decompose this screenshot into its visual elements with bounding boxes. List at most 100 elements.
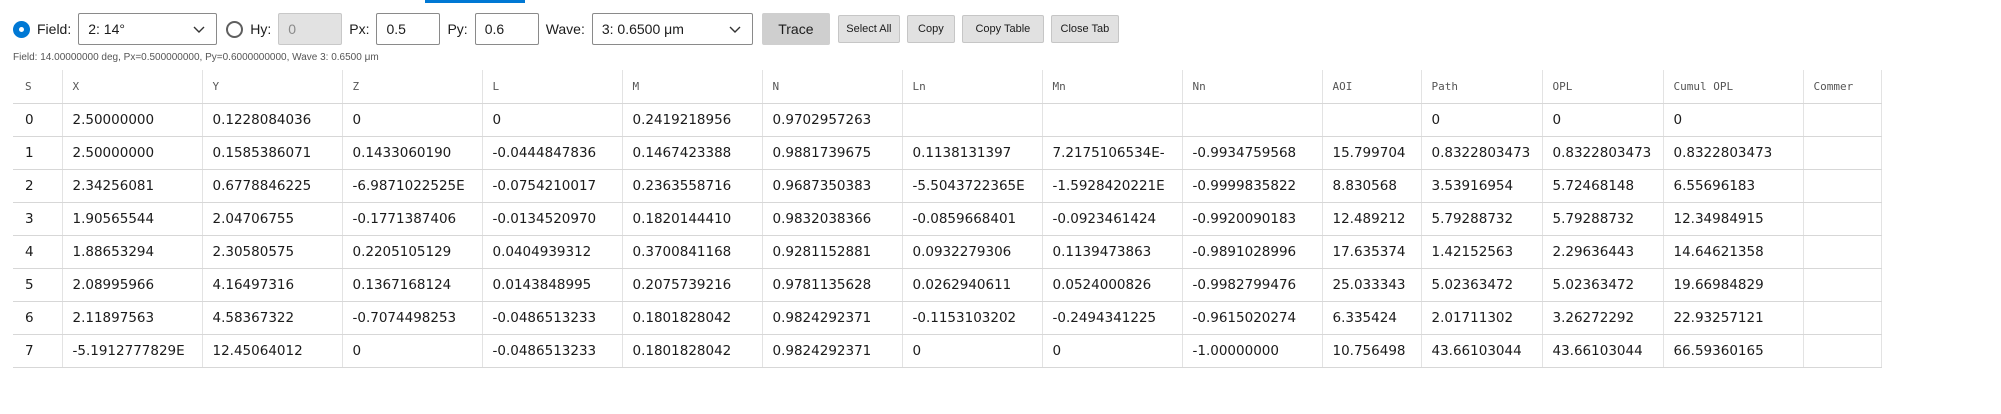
table-cell[interactable]: 5.02363472 — [1542, 268, 1664, 302]
table-cell[interactable]: 6.55696183 — [1663, 169, 1804, 203]
table-cell[interactable] — [1803, 235, 1882, 269]
table-cell[interactable]: 5.79288732 — [1421, 202, 1543, 236]
table-cell[interactable]: 0 — [342, 334, 483, 368]
table-cell[interactable]: -0.9934759568 — [1182, 136, 1323, 170]
table-cell[interactable]: 0.1433060190 — [342, 136, 483, 170]
table-row[interactable]: 1 2.50000000 0.1585386071 0.1433060190 -0.04… — [13, 136, 1882, 170]
table-cell[interactable]: -0.0923461424 — [1042, 202, 1183, 236]
table-cell[interactable]: 0.8322803473 — [1421, 136, 1543, 170]
table-row[interactable]: 2 2.34256081 0.6778846225 -6.9871022525E -0.… — [13, 169, 1882, 203]
table-cell[interactable]: 7 — [13, 334, 63, 368]
column-header[interactable]: Mn — [1042, 70, 1183, 104]
table-cell[interactable]: 0.6778846225 — [202, 169, 343, 203]
table-cell[interactable]: 66.59360165 — [1663, 334, 1804, 368]
column-header[interactable]: Cumul OPL — [1663, 70, 1804, 104]
table-cell[interactable] — [1322, 103, 1422, 137]
table-cell[interactable]: -5.1912777829E — [62, 334, 203, 368]
table-cell[interactable]: 14.64621358 — [1663, 235, 1804, 269]
table-cell[interactable]: 0 — [1542, 103, 1664, 137]
column-header[interactable]: Ln — [902, 70, 1043, 104]
table-cell[interactable]: 0 — [1042, 334, 1183, 368]
table-cell[interactable]: 2.29636443 — [1542, 235, 1664, 269]
table-cell[interactable]: 0.1801828042 — [622, 334, 763, 368]
table-cell[interactable]: 2.01711302 — [1421, 301, 1543, 335]
column-header[interactable]: L — [482, 70, 623, 104]
table-cell[interactable]: 12.45064012 — [202, 334, 343, 368]
table-cell[interactable]: 0.9781135628 — [762, 268, 903, 302]
table-cell[interactable]: -0.2494341225 — [1042, 301, 1183, 335]
table-cell[interactable]: -0.0486513233 — [482, 301, 623, 335]
table-cell[interactable]: 0 — [342, 103, 483, 137]
table-cell[interactable]: -0.0859668401 — [902, 202, 1043, 236]
table-cell[interactable]: 2.30580575 — [202, 235, 343, 269]
table-cell[interactable]: 0.9281152881 — [762, 235, 903, 269]
table-cell[interactable] — [1803, 169, 1882, 203]
table-cell[interactable]: 0 — [1421, 103, 1543, 137]
table-row[interactable]: 7 -5.1912777829E 12.45064012 0 -0.0486513233… — [13, 334, 1882, 368]
table-cell[interactable]: -0.0754210017 — [482, 169, 623, 203]
table-cell[interactable]: 5.02363472 — [1421, 268, 1543, 302]
table-cell[interactable]: 19.66984829 — [1663, 268, 1804, 302]
table-cell[interactable]: 12.489212 — [1322, 202, 1422, 236]
table-cell[interactable] — [1803, 103, 1882, 137]
column-header[interactable]: Nn — [1182, 70, 1323, 104]
table-cell[interactable]: 2.04706755 — [202, 202, 343, 236]
table-cell[interactable]: 0.0524000826 — [1042, 268, 1183, 302]
table-cell[interactable]: -0.7074498253 — [342, 301, 483, 335]
select-all-button[interactable]: Select All — [837, 15, 900, 43]
table-cell[interactable] — [1803, 268, 1882, 302]
table-cell[interactable]: 1.42152563 — [1421, 235, 1543, 269]
table-cell[interactable]: 0.9881739675 — [762, 136, 903, 170]
table-cell[interactable]: 43.66103044 — [1421, 334, 1543, 368]
column-header[interactable]: S — [13, 70, 63, 104]
table-cell[interactable]: 17.635374 — [1322, 235, 1422, 269]
table-cell[interactable]: 0.9832038366 — [762, 202, 903, 236]
table-cell[interactable]: -0.1153103202 — [902, 301, 1043, 335]
table-cell[interactable]: -0.9615020274 — [1182, 301, 1323, 335]
table-cell[interactable]: 0.1139473863 — [1042, 235, 1183, 269]
table-cell[interactable]: 15.799704 — [1322, 136, 1422, 170]
table-cell[interactable]: 1.90565544 — [62, 202, 203, 236]
table-cell[interactable]: 2.50000000 — [62, 136, 203, 170]
wave-select[interactable]: 3: 0.6500 μm — [591, 13, 753, 45]
column-header[interactable]: M — [622, 70, 763, 104]
py-input[interactable] — [474, 13, 539, 45]
table-cell[interactable]: -0.0134520970 — [482, 202, 623, 236]
table-cell[interactable]: 2.11897563 — [62, 301, 203, 335]
table-cell[interactable]: 12.34984915 — [1663, 202, 1804, 236]
table-cell[interactable]: 0 — [1663, 103, 1804, 137]
copy-button[interactable]: Copy — [906, 15, 955, 43]
table-cell[interactable]: 0.9702957263 — [762, 103, 903, 137]
close-tab-button[interactable]: Close Tab — [1050, 15, 1119, 43]
column-header[interactable]: Path — [1421, 70, 1543, 104]
column-header[interactable]: Y — [202, 70, 343, 104]
table-cell[interactable]: 0.2419218956 — [622, 103, 763, 137]
table-cell[interactable]: 2.50000000 — [62, 103, 203, 137]
table-cell[interactable]: 0.0404939312 — [482, 235, 623, 269]
table-cell[interactable]: 0 — [13, 103, 63, 137]
table-cell[interactable]: -0.9891028996 — [1182, 235, 1323, 269]
table-cell[interactable]: -0.9999835822 — [1182, 169, 1323, 203]
table-cell[interactable]: 25.033343 — [1322, 268, 1422, 302]
copy-table-button[interactable]: Copy Table — [961, 15, 1044, 43]
table-row[interactable]: 6 2.11897563 4.58367322 -0.7074498253 -0.048… — [13, 301, 1882, 335]
table-cell[interactable]: 0.9687350383 — [762, 169, 903, 203]
table-cell[interactable]: 6 — [13, 301, 63, 335]
table-cell[interactable]: 0.1585386071 — [202, 136, 343, 170]
table-cell[interactable] — [902, 103, 1043, 137]
column-header[interactable]: X — [62, 70, 203, 104]
table-cell[interactable]: 0.1801828042 — [622, 301, 763, 335]
table-cell[interactable] — [1803, 301, 1882, 335]
table-cell[interactable] — [1803, 202, 1882, 236]
table-cell[interactable] — [1803, 136, 1882, 170]
table-row[interactable]: 4 1.88653294 2.30580575 0.2205105129 0.04049… — [13, 235, 1882, 269]
table-cell[interactable]: 10.756498 — [1322, 334, 1422, 368]
column-header[interactable]: AOI — [1322, 70, 1422, 104]
table-cell[interactable]: -6.9871022525E — [342, 169, 483, 203]
table-cell[interactable]: 3.53916954 — [1421, 169, 1543, 203]
table-cell[interactable]: 5.79288732 — [1542, 202, 1664, 236]
table-cell[interactable]: -0.0444847836 — [482, 136, 623, 170]
table-cell[interactable]: 0.9824292371 — [762, 334, 903, 368]
table-cell[interactable]: 0.1228084036 — [202, 103, 343, 137]
column-header[interactable]: N — [762, 70, 903, 104]
